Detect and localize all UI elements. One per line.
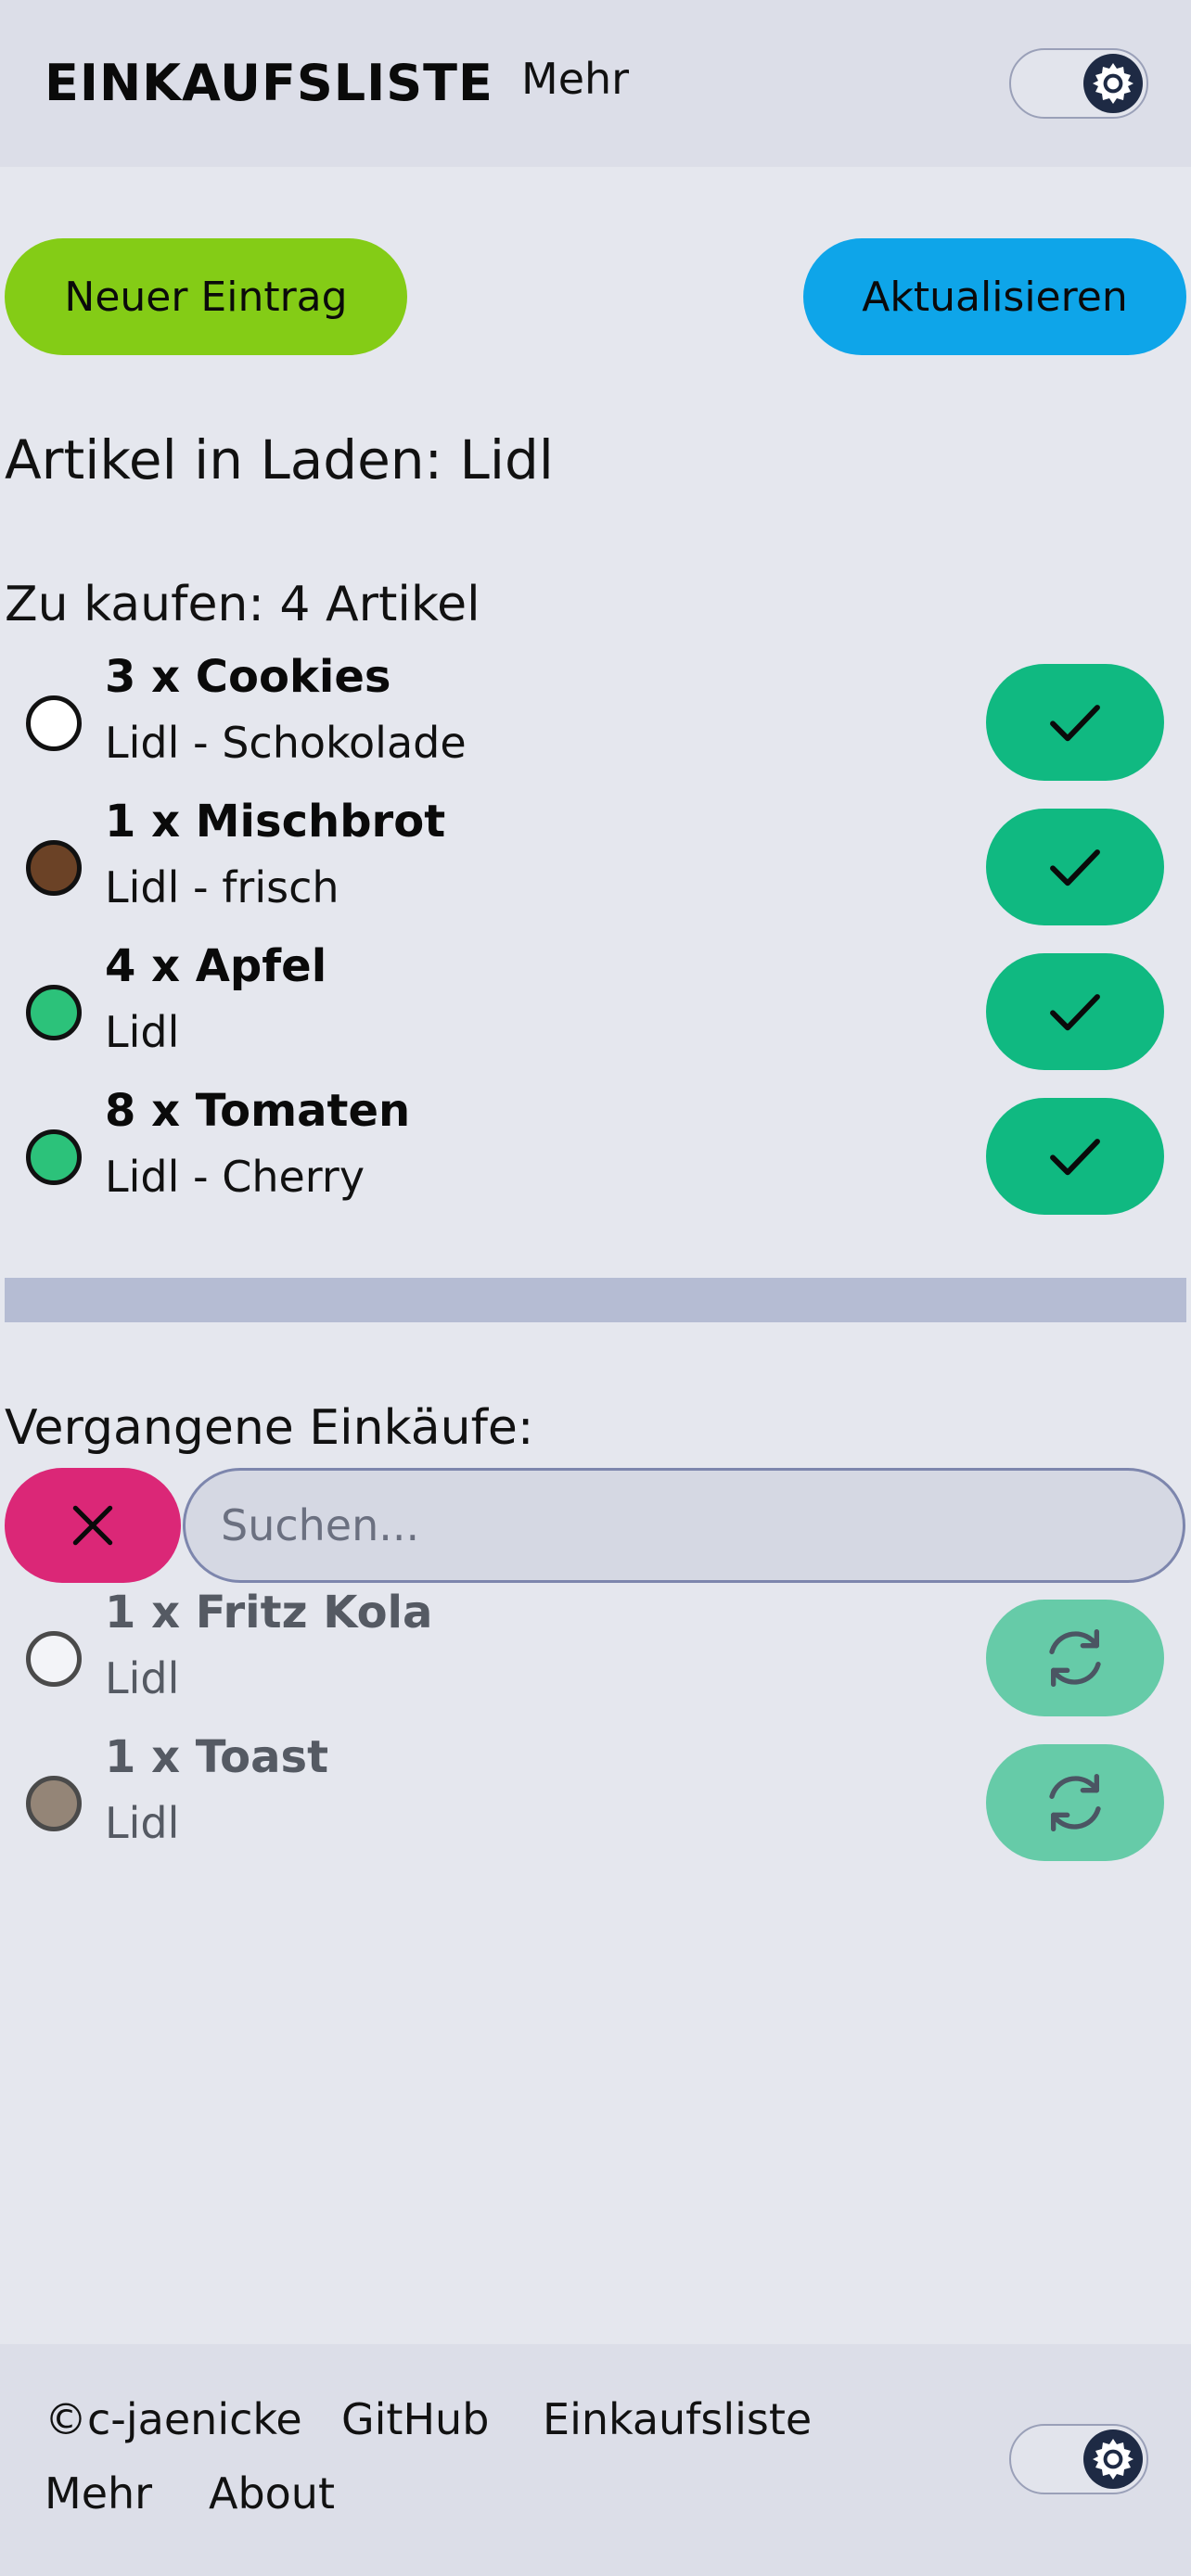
item-subtitle: Lidl - frisch — [105, 862, 339, 912]
item-title: 1 x Fritz Kola — [105, 1587, 433, 1639]
item-subtitle: Lidl — [105, 1653, 180, 1703]
nav-link-more[interactable]: Mehr — [521, 54, 629, 104]
item-color-dot — [26, 695, 82, 751]
past-purchases-heading: Vergangene Einkäufe: — [5, 1400, 534, 1456]
mark-bought-button[interactable] — [986, 664, 1164, 781]
list-item: 8 x Tomaten Lidl - Cherry — [0, 1083, 1191, 1222]
footer-more-link[interactable]: Mehr — [45, 2468, 152, 2519]
mark-bought-button[interactable] — [986, 809, 1164, 925]
refresh-button[interactable]: Aktualisieren — [803, 238, 1186, 355]
refresh-icon — [1049, 1629, 1101, 1687]
new-entry-button[interactable]: Neuer Eintrag — [5, 238, 407, 355]
item-subtitle: Lidl - Cherry — [105, 1152, 365, 1202]
to-buy-heading: Zu kaufen: 4 Artikel — [5, 577, 480, 632]
item-title: 4 x Apfel — [105, 940, 327, 992]
mark-bought-button[interactable] — [986, 953, 1164, 1070]
footer-github-link[interactable]: GitHub — [341, 2394, 489, 2444]
list-item: 4 x Apfel Lidl — [0, 938, 1191, 1078]
footer-app-link[interactable]: Einkaufsliste — [543, 2394, 812, 2444]
check-icon — [1050, 1139, 1100, 1176]
item-color-dot — [26, 1631, 82, 1687]
section-divider — [5, 1278, 1186, 1322]
item-color-dot — [26, 1776, 82, 1831]
footer-about-link[interactable]: About — [209, 2468, 335, 2519]
item-color-dot — [26, 1129, 82, 1185]
list-item: 1 x Mischbrot Lidl - frisch — [0, 794, 1191, 933]
footer-copyright-link[interactable]: ©c-jaenicke — [45, 2394, 302, 2444]
clear-search-button[interactable] — [5, 1468, 181, 1583]
check-icon — [1050, 849, 1100, 886]
gear-icon — [1083, 54, 1143, 113]
list-item: 1 x Toast Lidl — [0, 1729, 1191, 1868]
gear-icon — [1083, 2429, 1143, 2489]
re-add-button[interactable] — [986, 1600, 1164, 1716]
footer: ©c-jaenicke GitHub Einkaufsliste Mehr Ab… — [0, 2344, 1191, 2576]
top-navbar: EINKAUFSLISTE Mehr — [0, 0, 1191, 167]
search-input[interactable] — [183, 1468, 1185, 1583]
item-subtitle: Lidl — [105, 1007, 180, 1057]
list-item: 1 x Fritz Kola Lidl — [0, 1585, 1191, 1724]
theme-toggle[interactable] — [1009, 48, 1148, 119]
item-title: 8 x Tomaten — [105, 1085, 411, 1137]
item-title: 1 x Toast — [105, 1731, 329, 1783]
item-subtitle: Lidl - Schokolade — [105, 718, 467, 768]
refresh-icon — [1049, 1774, 1101, 1831]
mark-bought-button[interactable] — [986, 1098, 1164, 1215]
store-title: Artikel in Laden: Lidl — [5, 428, 554, 491]
item-color-dot — [26, 985, 82, 1040]
close-icon — [72, 1505, 113, 1546]
app-brand[interactable]: EINKAUFSLISTE — [45, 54, 493, 112]
item-subtitle: Lidl — [105, 1798, 180, 1848]
item-title: 1 x Mischbrot — [105, 796, 446, 848]
re-add-button[interactable] — [986, 1744, 1164, 1861]
item-title: 3 x Cookies — [105, 651, 391, 703]
list-item: 3 x Cookies Lidl - Schokolade — [0, 649, 1191, 788]
check-icon — [1050, 705, 1100, 742]
check-icon — [1050, 994, 1100, 1031]
theme-toggle[interactable] — [1009, 2424, 1148, 2494]
item-color-dot — [26, 840, 82, 896]
